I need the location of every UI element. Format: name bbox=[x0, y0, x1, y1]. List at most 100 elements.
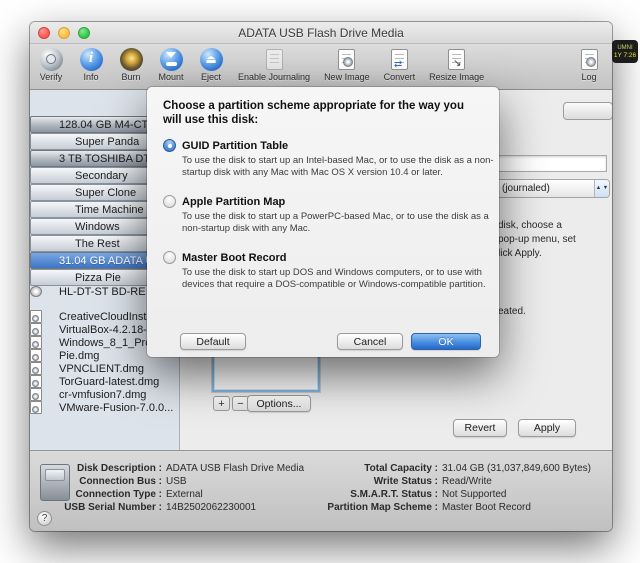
sidebar-item[interactable]: VPNCLIENT.dmg bbox=[30, 362, 144, 375]
sidebar-item-label: Pie.dmg bbox=[59, 349, 100, 362]
toolbar-label: Burn bbox=[121, 72, 141, 82]
toolbar-info-button[interactable]: i Info bbox=[78, 47, 104, 82]
info-value: Master Boot Record bbox=[442, 502, 531, 513]
sidebar-item[interactable]: VirtualBox-4.2.18-8... bbox=[30, 323, 162, 336]
default-button[interactable]: Default bbox=[180, 333, 246, 350]
toolbar-mount-button[interactable]: Mount bbox=[158, 47, 184, 82]
toolbar-log-button[interactable]: Log bbox=[576, 47, 602, 82]
radio-button-icon[interactable] bbox=[163, 251, 176, 264]
toolbar-enable-journaling-button[interactable]: Enable Journaling bbox=[238, 47, 310, 82]
option-label: Master Boot Record bbox=[182, 251, 287, 264]
log-icon bbox=[577, 47, 601, 71]
optical-icon bbox=[41, 287, 54, 297]
sidebar-item[interactable]: HL-DT-ST BD-RE W... bbox=[30, 286, 168, 298]
dmg-icon bbox=[41, 390, 54, 400]
sidebar-item-label: Pizza Pie bbox=[75, 271, 121, 284]
dmg-icon bbox=[41, 312, 54, 322]
apply-button[interactable]: Apply bbox=[518, 419, 576, 437]
partition-scheme-option[interactable]: Master Boot Record To use the disk to st… bbox=[163, 251, 486, 291]
dmg-icon bbox=[41, 325, 54, 335]
info-value: Not Supported bbox=[442, 489, 507, 500]
ok-button[interactable]: OK bbox=[411, 333, 481, 350]
instruction-text-fragment: lick Apply. bbox=[498, 248, 542, 259]
menubar-clock-widget[interactable]: UMNI 1Y 7:26 bbox=[612, 40, 638, 63]
window-title: ADATA USB Flash Drive Media bbox=[238, 26, 404, 40]
toolbar-convert-button[interactable]: Convert bbox=[384, 47, 415, 82]
volume-icon bbox=[57, 137, 70, 147]
convert-icon bbox=[387, 47, 411, 71]
disk-icon bbox=[41, 120, 54, 130]
toolbar-eject-button[interactable]: ⏏ Eject bbox=[198, 47, 224, 82]
options-button[interactable]: Options... bbox=[247, 395, 311, 412]
verify-icon bbox=[39, 47, 63, 71]
sidebar-item-label: VMware-Fusion-7.0.0... bbox=[59, 401, 174, 414]
toolbar-burn-button[interactable]: Burn bbox=[118, 47, 144, 82]
volume-icon bbox=[57, 171, 70, 181]
disk-icon bbox=[41, 256, 54, 266]
dmg-icon bbox=[41, 377, 54, 387]
radio-button-icon[interactable] bbox=[163, 195, 176, 208]
desktop-background: ADATA USB Flash Drive Media Verify i Inf… bbox=[0, 0, 640, 563]
sidebar-item-label: Time Machine bbox=[75, 203, 144, 216]
mount-icon bbox=[159, 47, 183, 71]
toolbar-label: Verify bbox=[39, 72, 63, 82]
partition-scheme-option[interactable]: Apple Partition Map To use the disk to s… bbox=[163, 195, 489, 235]
cancel-button[interactable]: Cancel bbox=[337, 333, 403, 350]
partition-scheme-options: GUID Partition Table To use the disk to … bbox=[163, 139, 494, 291]
toolbar-label: Info bbox=[83, 72, 99, 82]
info-label: Write Status : bbox=[373, 476, 438, 487]
option-label: GUID Partition Table bbox=[182, 139, 289, 152]
dmg-icon bbox=[41, 338, 54, 348]
toolbar-label: New Image bbox=[324, 72, 370, 82]
sidebar-item[interactable]: TorGuard-latest.dmg bbox=[30, 375, 159, 388]
sidebar-item[interactable]: Windows_8_1_Pro_... bbox=[30, 336, 167, 349]
option-description: To use the disk to start up an Intel-bas… bbox=[182, 155, 494, 178]
sidebar-item[interactable]: Pie.dmg bbox=[30, 349, 99, 362]
help-button[interactable]: ? bbox=[37, 511, 52, 526]
info-row: Disk Description : ADATA USB Flash Drive… bbox=[60, 462, 304, 475]
volume-icon bbox=[57, 222, 70, 232]
partition-scheme-option[interactable]: GUID Partition Table To use the disk to … bbox=[163, 139, 494, 179]
sidebar-item[interactable]: CreativeCloudInsta... bbox=[30, 310, 162, 323]
info-row: Partition Map Scheme : Master Boot Recor… bbox=[320, 501, 591, 514]
info-label: USB Serial Number : bbox=[64, 502, 162, 513]
info-label: Disk Description : bbox=[76, 463, 162, 474]
add-partition-button[interactable]: + bbox=[213, 396, 230, 411]
revert-button[interactable]: Revert bbox=[453, 419, 507, 437]
sidebar-item-label: Super Panda bbox=[75, 135, 140, 148]
dmg-icon bbox=[41, 351, 54, 361]
info-label: Total Capacity : bbox=[364, 463, 438, 474]
info-label: Connection Type : bbox=[75, 489, 162, 500]
sidebar-item-label: Windows bbox=[75, 220, 120, 233]
info-column-right: Total Capacity : 31.04 GB (31,037,849,60… bbox=[320, 462, 591, 514]
option-label: Apple Partition Map bbox=[182, 195, 286, 208]
clock-widget-line2: 1Y 7:26 bbox=[613, 51, 637, 59]
sidebar-item-label: VPNCLIENT.dmg bbox=[59, 362, 144, 375]
toolbar: Verify i Info Burn Mount ⏏ Eject Enable … bbox=[30, 44, 612, 90]
info-column-left: Disk Description : ADATA USB Flash Drive… bbox=[60, 462, 304, 514]
info-row: Total Capacity : 31.04 GB (31,037,849,60… bbox=[320, 462, 591, 475]
info-row: USB Serial Number : 14B2502062230001 bbox=[60, 501, 304, 514]
sidebar-item[interactable]: VMware-Fusion-7.0.0... bbox=[30, 401, 173, 414]
eject-icon: ⏏ bbox=[199, 47, 223, 71]
info-value: 31.04 GB (31,037,849,600 Bytes) bbox=[442, 463, 591, 474]
radio-button-icon[interactable] bbox=[163, 139, 176, 152]
info-row: Connection Type : External bbox=[60, 488, 304, 501]
window-titlebar[interactable]: ADATA USB Flash Drive Media bbox=[30, 22, 612, 44]
new-image-icon bbox=[335, 47, 359, 71]
volume-icon bbox=[57, 239, 70, 249]
info-row: S.M.A.R.T. Status : Not Supported bbox=[320, 488, 591, 501]
info-icon: i bbox=[79, 47, 103, 71]
toolbar-label: Log bbox=[581, 72, 597, 82]
instruction-text-fragment: eated. bbox=[498, 306, 526, 317]
sidebar-item-label: cr-vmfusion7.dmg bbox=[59, 388, 147, 401]
tab-bar-fragment[interactable] bbox=[563, 102, 612, 120]
toolbar-verify-button[interactable]: Verify bbox=[38, 47, 64, 82]
instruction-text-fragment: pop-up menu, set bbox=[498, 234, 576, 245]
sidebar-item[interactable]: cr-vmfusion7.dmg bbox=[30, 388, 146, 401]
info-value: 14B2502062230001 bbox=[166, 502, 257, 513]
info-value: USB bbox=[166, 476, 187, 487]
toolbar-resize-image-button[interactable]: Resize Image bbox=[429, 47, 484, 82]
toolbar-new-image-button[interactable]: New Image bbox=[324, 47, 370, 82]
volume-icon bbox=[57, 273, 70, 283]
